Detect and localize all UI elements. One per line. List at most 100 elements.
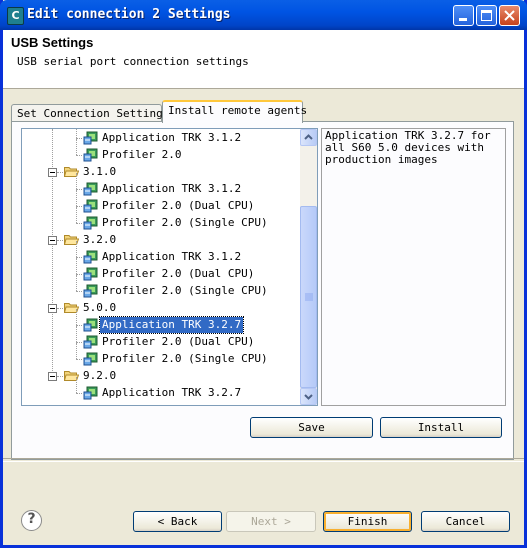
- tree-node-label: Application TRK 3.1.2: [102, 182, 242, 195]
- tree-connector: [76, 326, 77, 342]
- tree-node-label: 3.2.0: [83, 233, 117, 246]
- title-bar[interactable]: C Edit connection 2 Settings: [0, 0, 527, 30]
- page-title: USB Settings: [11, 35, 94, 50]
- collapse-toggle-icon[interactable]: [48, 236, 57, 245]
- tree-folder-node[interactable]: 5.0.0: [22, 300, 297, 316]
- help-icon[interactable]: ?: [21, 510, 42, 531]
- window-title: Edit connection 2 Settings: [27, 7, 231, 22]
- agent-package-icon: [83, 148, 98, 162]
- tree-node-label: Application TRK 3.2.7: [102, 386, 242, 399]
- install-button[interactable]: Install: [380, 417, 502, 438]
- tree-node-label: Application TRK 3.2.7: [98, 316, 245, 334]
- tree-folder-node[interactable]: 3.1.0: [22, 164, 297, 180]
- tree-connector: [76, 155, 82, 156]
- arrow-up-icon: [304, 134, 313, 140]
- scroll-thumb[interactable]: [300, 206, 317, 388]
- tree-node-label: 9.2.0: [83, 369, 117, 382]
- separator: [3, 458, 524, 462]
- tree-node-label: Profiler 2.0 (Single CPU): [102, 216, 268, 229]
- tree-connector: [76, 173, 77, 189]
- save-button[interactable]: Save: [250, 417, 373, 438]
- tree-folder-node[interactable]: 9.2.0: [22, 368, 297, 384]
- back-button[interactable]: < Back: [133, 511, 222, 532]
- agent-package-icon: [83, 386, 98, 400]
- tree-node-label: Profiler 2.0 (Dual CPU): [102, 199, 255, 212]
- page-header: USB Settings USB serial port connection …: [3, 30, 524, 89]
- agent-package-icon: [83, 284, 98, 298]
- next-button[interactable]: Next >: [226, 511, 316, 532]
- tree-agent-node[interactable]: Application TRK 3.1.2: [22, 173, 297, 197]
- agent-package-icon: [83, 199, 98, 213]
- agent-package-icon: [83, 267, 98, 281]
- maximize-icon: [481, 10, 492, 21]
- cancel-button[interactable]: Cancel: [421, 511, 510, 532]
- maximize-button[interactable]: [476, 5, 497, 26]
- tree-connector: [76, 241, 77, 257]
- tree-connector: [76, 359, 82, 360]
- agent-package-icon: [83, 352, 98, 366]
- tree-agent-node[interactable]: Profiler 2.0 (Dual CPU): [22, 326, 297, 350]
- agent-package-icon: [83, 182, 98, 196]
- minimize-button[interactable]: [453, 5, 474, 26]
- agent-package-icon: [83, 335, 98, 349]
- tree-connector: [57, 240, 63, 241]
- minimize-icon: [459, 18, 467, 21]
- tree-connector: [76, 291, 82, 292]
- tree-node-label: Application TRK 3.1.2: [102, 250, 242, 263]
- agent-package-icon: [83, 131, 98, 145]
- collapse-toggle-icon[interactable]: [48, 372, 57, 381]
- tree-node-label: Profiler 2.0 (Dual CPU): [102, 267, 255, 280]
- tree-agent-node[interactable]: Application TRK 3.2.7: [22, 309, 297, 334]
- tree-agent-node[interactable]: Application TRK 3.1.2: [22, 241, 297, 265]
- agent-package-icon: [83, 250, 98, 264]
- tree-agent-node[interactable]: Application TRK 3.1.2: [22, 129, 297, 146]
- tab-set-connection-settings[interactable]: Set Connection Settings: [11, 104, 169, 122]
- page-description: USB serial port connection settings: [17, 55, 249, 68]
- tree-node-label: Profiler 2.0 (Single CPU): [102, 352, 268, 365]
- tree-agent-node[interactable]: Profiler 2.0 (Single CPU): [22, 275, 297, 299]
- tab-install-remote-agents[interactable]: Install remote agents: [162, 100, 307, 123]
- tree-node-label: 5.0.0: [83, 301, 117, 314]
- finish-button[interactable]: Finish: [323, 511, 412, 532]
- scroll-up-button[interactable]: [300, 129, 317, 146]
- tree-connector: [57, 172, 63, 173]
- tree-agent-node[interactable]: Profiler 2.0 (Single CPU): [22, 207, 297, 231]
- tree-connector: [76, 309, 77, 325]
- grip-icon: [305, 293, 313, 301]
- agent-tree[interactable]: Application TRK 3.1.2 Profiler 2.0 3.1.0 Ap…: [21, 128, 318, 406]
- tree-node-label: Application TRK 3.1.2: [102, 131, 242, 144]
- tree-agent-node[interactable]: Profiler 2.0 (Dual CPU): [22, 190, 297, 214]
- tree-scrollbar[interactable]: [300, 129, 317, 405]
- tree-connector: [76, 258, 77, 274]
- tree-connector: [76, 129, 77, 138]
- tree-connector: [76, 223, 82, 224]
- tree-node-label: 3.1.0: [83, 165, 117, 178]
- tree-agent-node[interactable]: Profiler 2.0: [22, 139, 297, 163]
- close-button[interactable]: [499, 5, 520, 26]
- tree-agent-node[interactable]: Profiler 2.0 (Single CPU): [22, 343, 297, 367]
- collapse-toggle-icon[interactable]: [48, 304, 57, 313]
- agent-description: Application TRK 3.2.7 for all S60 5.0 de…: [321, 128, 506, 406]
- tree-connector: [76, 207, 77, 223]
- tree-agent-node[interactable]: Application TRK 3.2.7: [22, 377, 297, 401]
- tree-connector: [76, 343, 77, 359]
- collapse-toggle-icon[interactable]: [48, 168, 57, 177]
- tree-node-label: Profiler 2.0 (Dual CPU): [102, 335, 255, 348]
- app-icon: C: [7, 7, 24, 25]
- tree-connector: [76, 377, 77, 393]
- tree-connector: [76, 275, 77, 291]
- tree-node-label: Profiler 2.0 (Single CPU): [102, 284, 268, 297]
- tree-connector: [57, 308, 63, 309]
- scroll-down-button[interactable]: [300, 388, 317, 405]
- tree-node-label: Profiler 2.0: [102, 148, 182, 161]
- tree-connector: [76, 190, 77, 206]
- close-icon: [504, 10, 515, 21]
- agent-package-icon: [83, 318, 98, 332]
- tree-connector: [76, 139, 77, 155]
- tree-folder-node[interactable]: 3.2.0: [22, 232, 297, 248]
- agent-package-icon: [83, 216, 98, 230]
- arrow-down-icon: [304, 394, 313, 400]
- tree-connector: [57, 376, 63, 377]
- tree-connector: [76, 393, 82, 394]
- tree-agent-node[interactable]: Profiler 2.0 (Dual CPU): [22, 258, 297, 282]
